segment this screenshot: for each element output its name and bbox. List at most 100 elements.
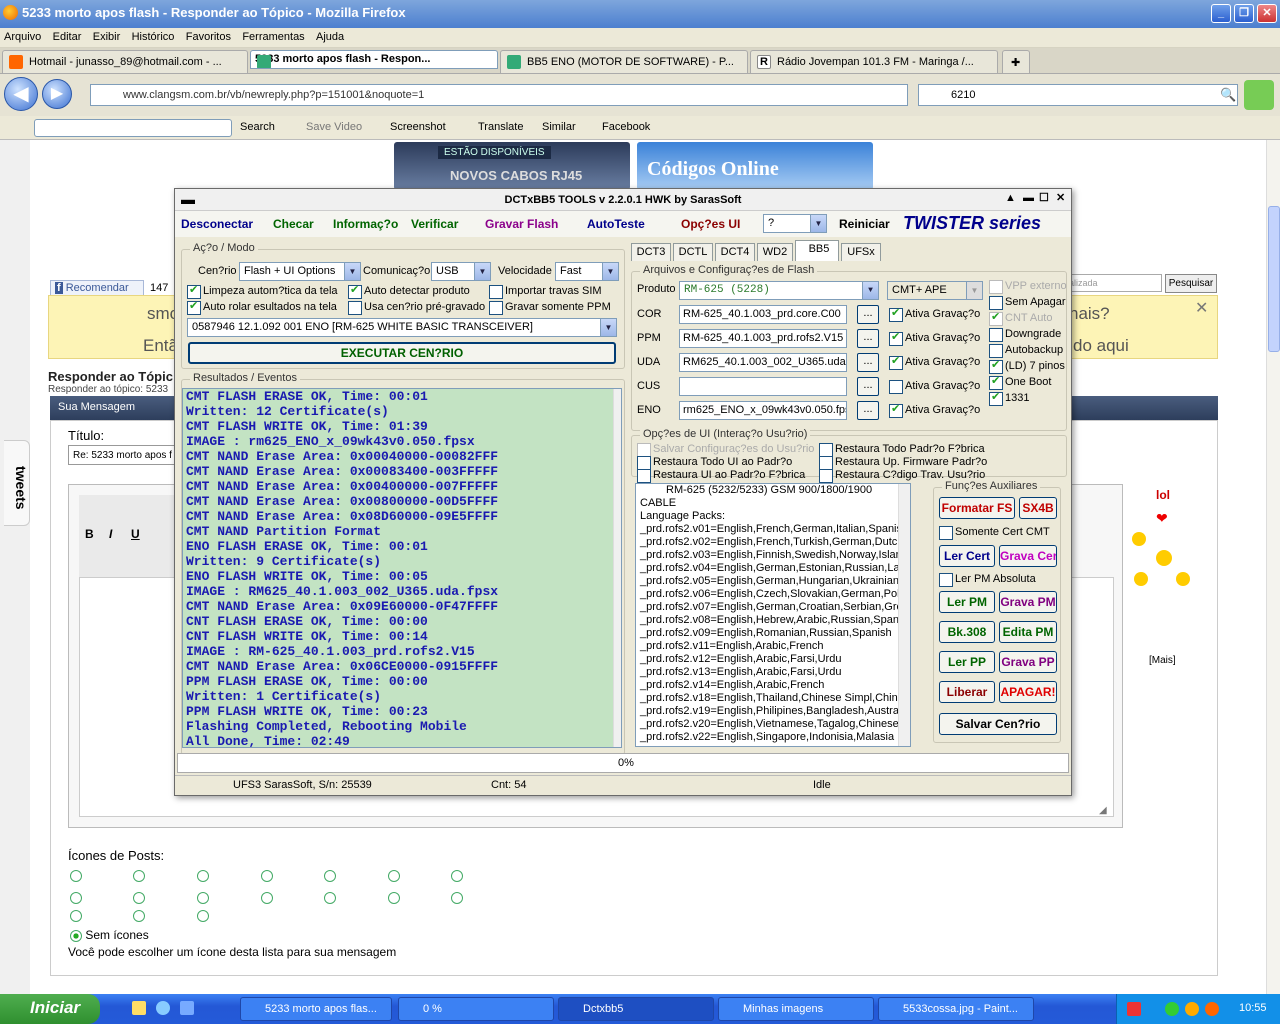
one-boot-checkbox[interactable]: One Boot <box>989 374 1051 390</box>
limpeza-checkbox[interactable]: Limpeza autom?tica da tela <box>187 283 338 299</box>
cor-ativa-checkbox[interactable]: Ativa Gravaç?o <box>889 306 980 322</box>
ler-pp-button[interactable]: Ler PP <box>939 651 995 673</box>
post-icon-radio[interactable] <box>70 910 82 922</box>
somente-cert-checkbox[interactable]: Somente Cert CMT <box>939 526 1050 540</box>
gravar-ppm-checkbox[interactable]: Gravar somente PPM <box>489 301 611 315</box>
app-up-icon[interactable]: ▲ <box>1005 192 1016 204</box>
restaura-todo-fabrica-checkbox[interactable]: Restaura Todo Padr?o F?brica <box>819 443 985 457</box>
quicklaunch-icon[interactable] <box>132 1001 146 1015</box>
task-paint[interactable]: 5533cossa.jpg - Paint... <box>878 997 1034 1021</box>
heart-icon[interactable]: ❤ <box>1156 510 1168 527</box>
importar-travas-checkbox[interactable]: Importar travas SIM <box>489 285 602 299</box>
task-dctxbb5[interactable]: Dctxbb5 <box>558 997 714 1021</box>
post-icon-radio[interactable] <box>261 870 273 882</box>
close-button[interactable]: ✕ <box>1257 4 1277 23</box>
checar-button[interactable]: Checar <box>273 217 314 231</box>
executar-cenario-button[interactable]: EXECUTAR CEN?RIO <box>188 342 616 364</box>
auto-detectar-checkbox[interactable]: Auto detectar produto <box>348 283 470 299</box>
facebook-button[interactable]: Facebook <box>602 121 650 133</box>
app-minimize-icon[interactable]: ▬ <box>1023 192 1034 204</box>
gravar-flash-button[interactable]: Gravar Flash <box>485 217 558 231</box>
search-box[interactable]: 6210 <box>918 84 1238 106</box>
pesquisar-button[interactable]: Pesquisar <box>1165 274 1217 293</box>
smilie-icon[interactable] <box>1156 550 1172 566</box>
ld-7-pinos-checkbox[interactable]: (LD) 7 pinos <box>989 358 1065 374</box>
info-scrollbar[interactable] <box>898 484 910 746</box>
post-icon-radio[interactable] <box>70 892 82 904</box>
help-select[interactable]: ? ▼ <box>763 214 827 233</box>
restaura-up-firmware-checkbox[interactable]: Restaura Up. Firmware Padr?o <box>819 456 987 470</box>
menu-historico[interactable]: Histórico <box>128 28 179 43</box>
uda-browse-button[interactable]: ... <box>857 353 879 372</box>
app-maximize-icon[interactable]: ☐ <box>1039 191 1049 204</box>
smilie-icon[interactable] <box>1176 572 1190 586</box>
resize-handle-icon[interactable]: ◢ <box>1099 805 1107 816</box>
site-search-input[interactable]: alizada <box>1064 274 1162 292</box>
results-log[interactable]: CMT FLASH ERASE OK, Time: 00:01 Written:… <box>182 388 622 748</box>
start-button[interactable]: Iniciar <box>0 994 100 1024</box>
usa-cenario-checkbox[interactable]: Usa cen?rio pré-gravado <box>348 301 485 315</box>
restaura-todo-ui-checkbox[interactable]: Restaura Todo UI ao Padr?o <box>637 456 792 470</box>
quicklaunch-icon[interactable] <box>180 1001 194 1015</box>
translate-button[interactable]: Translate <box>478 121 523 133</box>
comunicacao-select[interactable]: USB ▼ <box>431 262 491 281</box>
minimize-button[interactable]: _ <box>1211 4 1231 23</box>
desconectar-button[interactable]: Desconectar <box>181 217 253 231</box>
cor-browse-button[interactable]: ... <box>857 305 879 324</box>
recomendar-button[interactable]: f Recomendar <box>50 280 144 296</box>
verificar-button[interactable]: Verificar <box>411 217 458 231</box>
smilie-icon[interactable] <box>1134 572 1148 586</box>
log-scrollbar[interactable] <box>613 389 621 747</box>
task-progress[interactable]: 0 % <box>398 997 554 1021</box>
mais-link[interactable]: [Mais] <box>1149 655 1176 666</box>
informacao-button[interactable]: Informaç?o <box>333 217 398 231</box>
tab-bb5[interactable]: BB5 ENO (MOTOR DE SOFTWARE) - P... <box>500 50 748 73</box>
menu-exibir[interactable]: Exibir <box>89 28 125 43</box>
tab-ufsx[interactable]: UFSx <box>841 243 881 261</box>
forward-icon[interactable]: ▶ <box>42 79 72 109</box>
post-icon-radio[interactable] <box>388 892 400 904</box>
tab-dctl[interactable]: DCTL <box>673 243 713 261</box>
home-icon[interactable] <box>1244 80 1274 110</box>
salvar-cenario-button[interactable]: Salvar Cen?rio <box>939 713 1057 735</box>
uda-file-field[interactable]: RM625_40.1.003_002_U365.uda. <box>679 353 847 372</box>
ler-pm-button[interactable]: Ler PM <box>939 591 995 613</box>
post-icon-radio[interactable] <box>451 870 463 882</box>
tab-hotmail[interactable]: Hotmail - junasso_89@hotmail.com - ... <box>2 50 248 73</box>
grava-pp-button[interactable]: Grava PP <box>999 651 1057 673</box>
cnt-auto-checkbox[interactable]: CNT Auto <box>989 310 1053 326</box>
new-tab-button[interactable]: ✚ <box>1002 50 1030 73</box>
menu-favoritos[interactable]: Favoritos <box>182 28 235 43</box>
ler-cert-button[interactable]: Ler Cert <box>939 545 995 567</box>
eno-ativa-checkbox[interactable]: Ativa Gravaç?o <box>889 402 980 418</box>
post-icon-radio[interactable] <box>451 892 463 904</box>
post-icon-radio[interactable] <box>133 892 145 904</box>
smilie-icon[interactable] <box>1132 532 1146 546</box>
product-select[interactable]: 0587946 12.1.092 001 ENO [RM-625 WHITE B… <box>187 318 617 337</box>
cus-browse-button[interactable]: ... <box>857 377 879 396</box>
1331-checkbox[interactable]: 1331 <box>989 390 1029 406</box>
autoteste-button[interactable]: AutoTeste <box>587 217 645 231</box>
tray-icon[interactable] <box>1165 1002 1179 1016</box>
toolbar-search-input[interactable] <box>34 119 232 137</box>
tab-radio[interactable]: R Rádio Jovempan 101.3 FM - Maringa /... <box>750 50 998 73</box>
page-scrollbar[interactable] <box>1266 140 1280 994</box>
restaura-ui-fabrica-checkbox[interactable]: Restaura UI ao Padr?o F?brica <box>637 469 805 483</box>
menu-arquivo[interactable]: Arquivo <box>0 28 45 43</box>
tab-reply[interactable]: 5233 morto apos flash - Respon... <box>250 50 498 69</box>
search-button[interactable]: Search <box>240 121 275 133</box>
menu-editar[interactable]: Editar <box>49 28 86 43</box>
opcoes-ui-button[interactable]: Opç?es UI <box>681 217 740 231</box>
magnifier-icon[interactable]: 🔍 <box>1220 87 1236 103</box>
product-info-box[interactable]: RM-625 (5232/5233) GSM 900/1800/1900 CAB… <box>635 483 911 747</box>
bk308-button[interactable]: Bk.308 <box>939 621 995 643</box>
menu-ajuda[interactable]: Ajuda <box>312 28 348 43</box>
ler-pm-absoluta-checkbox[interactable]: Ler PM Absoluta <box>939 573 1036 587</box>
auto-rolar-checkbox[interactable]: Auto rolar esultados na tela <box>187 299 337 315</box>
ppm-browse-button[interactable]: ... <box>857 329 879 348</box>
tray-icon[interactable] <box>1205 1002 1219 1016</box>
vpp-externo-checkbox[interactable]: VPP externo <box>989 280 1067 294</box>
similar-button[interactable]: Similar <box>542 121 576 133</box>
edita-pm-button[interactable]: Edita PM <box>999 621 1057 643</box>
tray-icon[interactable] <box>1127 1002 1141 1016</box>
